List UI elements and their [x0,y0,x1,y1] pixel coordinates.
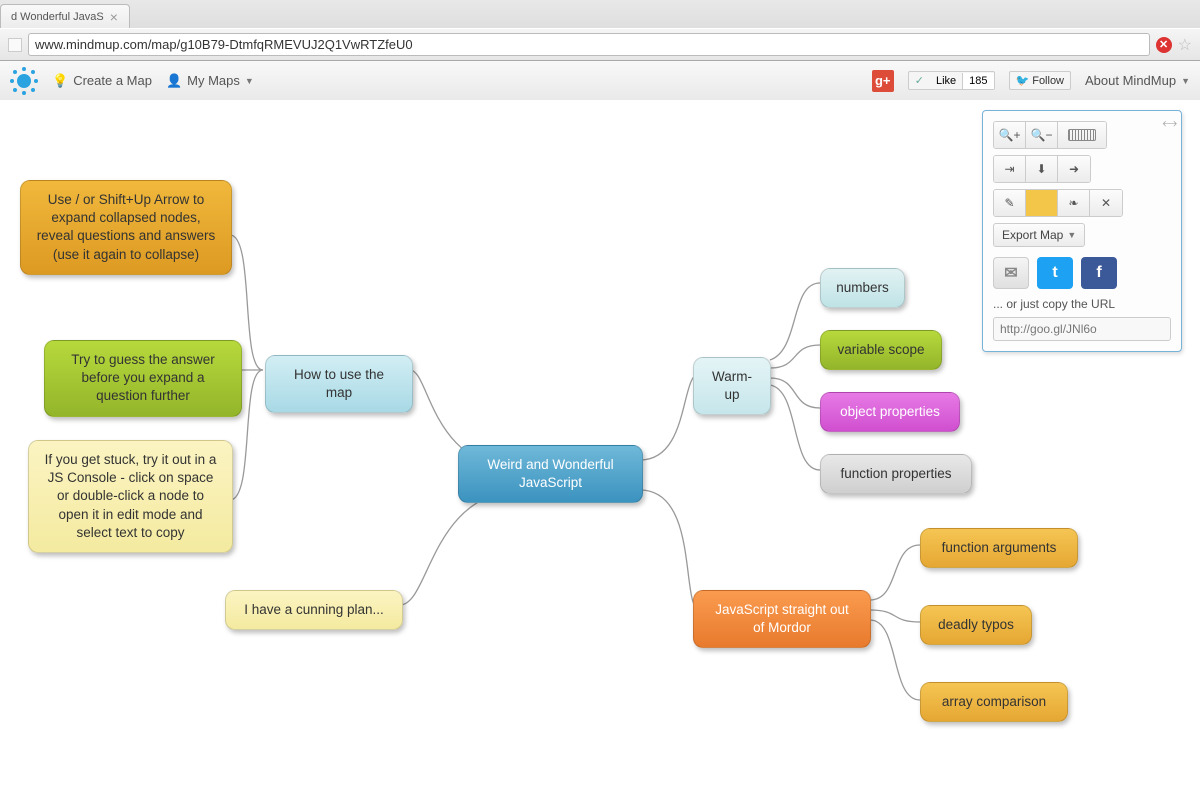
node-howto[interactable]: How to use the map [265,355,413,413]
tab-row: d Wonderful JavaS × [0,0,1200,28]
node-label: If you get stuck, try it out in a JS Con… [45,452,217,540]
like-check-icon: ✓ [909,72,930,89]
node-root[interactable]: Weird and Wonderful JavaScript [458,445,643,503]
color-swatch-button[interactable] [1026,190,1058,216]
share-email-button[interactable]: ✉ [993,257,1029,289]
export-out-button[interactable]: ⇥ [994,156,1026,182]
tab-title: d Wonderful JavaS [11,11,104,23]
zoom-out-button[interactable]: 🔍− [1026,122,1058,148]
node-warmup-variable-scope[interactable]: variable scope [820,330,942,370]
chevron-down-icon: ▼ [1067,230,1076,240]
node-howto-2[interactable]: Try to guess the answer before you expan… [44,340,242,417]
node-howto-4[interactable]: I have a cunning plan... [225,590,403,630]
like-label: Like [930,73,962,89]
address-bar-row: ✕ ☆ [0,28,1200,60]
share-url-input[interactable] [993,317,1171,341]
node-label: function properties [840,466,951,481]
export-map-label: Export Map [1002,228,1063,242]
app-toolbar: 💡 Create a Map 👤 My Maps ▼ g+ ✓ Like 185… [0,61,1200,101]
node-mordor-array-comparison[interactable]: array comparison [920,682,1068,722]
about-dropdown[interactable]: About MindMup ▼ [1085,73,1190,88]
node-label: Warm-up [712,369,752,402]
my-maps-dropdown[interactable]: 👤 My Maps ▼ [166,73,254,89]
node-label: JavaScript straight out of Mordor [715,602,849,635]
lightbulb-icon: 💡 [52,73,68,89]
keyboard-button[interactable] [1058,122,1106,148]
node-label: object properties [840,404,940,419]
copy-url-hint: ... or just copy the URL [993,297,1171,311]
bookmark-star-icon[interactable]: ☆ [1178,35,1192,55]
my-maps-label: My Maps [187,73,240,88]
facebook-icon: f [1096,264,1101,282]
node-label: deadly typos [938,617,1014,632]
person-icon: 👤 [166,73,182,89]
tab-close-icon[interactable]: × [110,12,118,22]
leaf-icon: ❧ [1068,196,1078,210]
browser-chrome: d Wonderful JavaS × ✕ ☆ [0,0,1200,61]
twitter-icon: t [1052,264,1057,282]
zoom-out-icon: 🔍− [1031,128,1053,142]
browser-tab[interactable]: d Wonderful JavaS × [0,4,130,28]
page-icon [8,38,22,52]
zoom-in-button[interactable]: 🔍+ [994,122,1026,148]
side-panel: ⤢ 🔍+ 🔍− ⇥ ⬇ ➜ ✎ ❧ ✕ Export Map ▼ ✉ t f .… [982,110,1182,352]
node-warmup-object-properties[interactable]: object properties [820,392,960,432]
node-label: array comparison [942,694,1046,709]
edit-button[interactable]: ✎ [994,190,1026,216]
node-mordor-function-arguments[interactable]: function arguments [920,528,1078,568]
node-mordor-deadly-typos[interactable]: deadly typos [920,605,1032,645]
follow-label: Follow [1032,75,1064,87]
node-label: numbers [836,280,889,295]
share-twitter-button[interactable]: t [1037,257,1073,289]
node-howto-3[interactable]: If you get stuck, try it out in a JS Con… [28,440,233,553]
like-widget[interactable]: ✓ Like 185 [908,71,995,90]
about-label: About MindMup [1085,73,1176,88]
mindmup-logo[interactable] [10,67,38,95]
like-count: 185 [962,73,993,89]
node-label: Use / or Shift+Up Arrow to expand collap… [37,192,216,262]
create-map-link[interactable]: 💡 Create a Map [52,73,152,89]
delete-button[interactable]: ✕ [1090,190,1122,216]
create-map-label: Create a Map [73,73,152,88]
node-warmup[interactable]: Warm-up [693,357,771,415]
node-warmup-numbers[interactable]: numbers [820,268,905,308]
node-howto-1[interactable]: Use / or Shift+Up Arrow to expand collap… [20,180,232,275]
twitter-bird-icon: 🐦 [1016,74,1030,87]
export-map-dropdown[interactable]: Export Map ▼ [993,223,1085,247]
node-mordor[interactable]: JavaScript straight out of Mordor [693,590,871,648]
node-label: variable scope [837,342,924,357]
node-label: function arguments [942,540,1057,555]
login-button[interactable]: ➜ [1058,156,1090,182]
node-label: Try to guess the answer before you expan… [71,352,215,403]
node-warmup-function-properties[interactable]: function properties [820,454,972,494]
stop-icon[interactable]: ✕ [1156,37,1172,53]
twitter-follow-button[interactable]: 🐦 Follow [1009,71,1072,90]
arrow-right-icon: ⇥ [1004,162,1014,176]
google-plus-button[interactable]: g+ [872,70,894,92]
style-button[interactable]: ❧ [1058,190,1090,216]
node-label: Weird and Wonderful JavaScript [487,457,613,490]
share-facebook-button[interactable]: f [1081,257,1117,289]
login-icon: ➜ [1069,162,1079,176]
pencil-icon: ✎ [1004,196,1014,210]
keyboard-icon [1068,129,1096,141]
chevron-down-icon: ▼ [245,76,254,86]
chevron-down-icon: ▼ [1181,76,1190,86]
address-input[interactable] [28,33,1150,56]
envelope-icon: ✉ [1004,263,1017,283]
node-label: How to use the map [294,367,384,400]
download-icon: ⬇ [1036,162,1046,176]
download-button[interactable]: ⬇ [1026,156,1058,182]
close-icon: ✕ [1101,196,1111,210]
node-label: I have a cunning plan... [244,602,384,617]
zoom-in-icon: 🔍+ [999,128,1021,142]
